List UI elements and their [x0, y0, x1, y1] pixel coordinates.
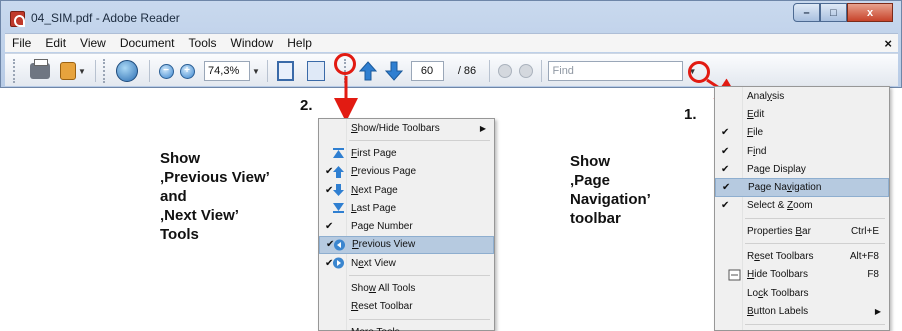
- menu-item-more-tools[interactable]: More Tools...: [715, 328, 889, 331]
- previous-page-icon: [332, 165, 345, 178]
- checkmark-icon: ✔: [325, 221, 334, 233]
- menu-item-previous-page[interactable]: ✔ Previous Page: [319, 163, 494, 181]
- menu-item-properties-bar[interactable]: Properties Bar Ctrl+E: [715, 222, 889, 240]
- menu-item-label: Analysis: [747, 90, 785, 102]
- menu-item-shortcut: F8: [867, 269, 879, 281]
- menu-item-label: Reset Toolbars: [747, 251, 814, 263]
- menu-item-label: Reset Toolbar: [351, 301, 413, 313]
- menu-item-next-view[interactable]: ✔ Next View: [319, 254, 494, 272]
- menu-item-reset-toolbars[interactable]: Reset Toolbars Alt+F8: [715, 247, 889, 265]
- menu-item-label: More Tools...: [351, 327, 408, 331]
- menu-item-previous-view[interactable]: ✔ Previous View: [319, 235, 494, 255]
- note-right: Show ‚Page Navigation’ toolbar: [570, 153, 651, 227]
- menu-item-label: Hide Toolbars: [747, 269, 808, 281]
- menu-item-label: Find: [747, 145, 767, 157]
- step-2-label: 2.: [300, 97, 313, 114]
- menu-separator: [319, 272, 494, 279]
- menu-item-file[interactable]: ✔ File: [715, 124, 889, 142]
- menu-item-label: Show All Tools: [351, 283, 416, 295]
- menu-item-label: Properties Bar: [747, 225, 811, 237]
- menu-item-edit[interactable]: Edit: [715, 105, 889, 123]
- previous-view-icon: [333, 239, 346, 251]
- next-page-icon: [332, 184, 345, 197]
- first-page-icon: [332, 147, 345, 159]
- menu-item-label: Next Page: [351, 184, 398, 196]
- menu-item-label: Page Navigation: [748, 182, 822, 194]
- menu-item-shortcut: Ctrl+E: [850, 225, 879, 237]
- toolbars-context-menu: Analysis Edit ✔ File ✔ Find ✔ Page Display ✔ Page…: [714, 86, 890, 331]
- menu-item-select-zoom[interactable]: ✔ Select & Zoom: [715, 197, 889, 215]
- menu-item-label: Lock Toolbars: [747, 287, 809, 299]
- menu-item-last-page[interactable]: Last Page: [319, 199, 494, 217]
- menu-item-page-navigation[interactable]: ✔ Page Navigation: [715, 178, 889, 197]
- menu-item-shortcut: Alt+F8: [849, 251, 879, 263]
- menu-item-first-page[interactable]: First Page: [319, 144, 494, 162]
- next-view-icon: [332, 257, 345, 269]
- page-navigation-context-menu: Show/Hide Toolbars ▶ First Page ✔ Previous P…: [318, 118, 495, 331]
- checkmark-icon: ✔: [721, 163, 730, 175]
- menu-item-label: Page Display: [747, 163, 806, 175]
- checkmark-icon: ✔: [721, 200, 730, 212]
- menu-item-label: Edit: [747, 108, 765, 120]
- menu-item-label: Previous View: [352, 239, 416, 251]
- checkmark-icon: ✔: [721, 127, 730, 139]
- checkmark-icon: ✔: [722, 182, 731, 194]
- menu-item-label: Page Number: [351, 221, 413, 233]
- menu-separator: [715, 215, 889, 222]
- menu-item-label: Show/Hide Toolbars: [351, 122, 440, 134]
- note-left: Show ‚Previous View’ and ‚Next View’ Too…: [160, 150, 270, 243]
- last-page-icon: [332, 202, 345, 214]
- menu-separator: [715, 240, 889, 247]
- menu-item-find[interactable]: ✔ Find: [715, 142, 889, 160]
- menu-item-hide-toolbars[interactable]: Hide Toolbars F8: [715, 266, 889, 284]
- menu-item-label: Next View: [351, 257, 396, 269]
- menu-item-show-all-tools[interactable]: Show All Tools: [319, 279, 494, 297]
- menu-separator: [715, 321, 889, 328]
- submenu-arrow-icon: ▶: [479, 123, 486, 133]
- menu-item-label: Last Page: [351, 202, 397, 214]
- menu-item-page-display[interactable]: ✔ Page Display: [715, 160, 889, 178]
- submenu-arrow-icon: ▶: [874, 306, 881, 316]
- menu-item-label: File: [747, 127, 764, 139]
- menu-item-label: Previous Page: [351, 166, 417, 178]
- menu-item-show-hide-toolbars[interactable]: Show/Hide Toolbars ▶: [319, 119, 494, 137]
- menu-item-lock-toolbars[interactable]: Lock Toolbars: [715, 284, 889, 302]
- menu-separator: [319, 137, 494, 144]
- checkmark-icon: ✔: [721, 145, 730, 157]
- menu-item-button-labels[interactable]: Button Labels ▶: [715, 302, 889, 320]
- menu-item-page-number[interactable]: ✔ Page Number: [319, 217, 494, 235]
- menu-separator: [319, 316, 494, 323]
- step-1-label: 1.: [684, 106, 697, 123]
- menu-item-next-page[interactable]: ✔ Next Page: [319, 181, 494, 199]
- menu-item-analysis[interactable]: Analysis: [715, 87, 889, 105]
- hide-toolbars-icon: [728, 269, 741, 281]
- menu-item-label: First Page: [351, 147, 397, 159]
- menu-item-label: Button Labels: [747, 305, 809, 317]
- menu-item-reset-toolbar[interactable]: Reset Toolbar: [319, 298, 494, 316]
- menu-item-label: Select & Zoom: [747, 200, 813, 212]
- menu-item-more-tools[interactable]: More Tools...: [319, 323, 494, 331]
